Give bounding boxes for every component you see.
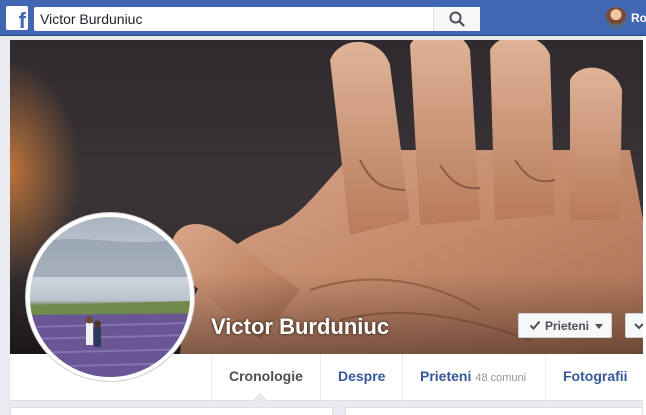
facebook-logo-letter: f	[18, 8, 26, 31]
right-column-card	[345, 407, 643, 415]
profile-picture-image	[30, 217, 190, 377]
mutual-friends-count: 48 comuni	[475, 372, 527, 384]
active-tab-pointer	[252, 393, 268, 401]
user-name-link[interactable]: Ro	[631, 11, 646, 25]
profile-name[interactable]: Victor Burduniuc	[211, 314, 389, 340]
tab-photos-label: Fotografii	[563, 368, 628, 384]
search-icon	[449, 11, 465, 27]
search-input-value[interactable]: Victor Burduniuc	[40, 11, 142, 27]
facebook-logo-icon[interactable]: f	[6, 6, 28, 30]
search-input[interactable]: Victor Burduniuc	[34, 7, 480, 31]
tab-photos[interactable]: Fotografii	[545, 354, 645, 401]
check-icon	[529, 320, 541, 330]
search-button[interactable]	[433, 7, 480, 31]
left-column-card	[10, 407, 333, 415]
tab-about-label: Despre	[338, 368, 386, 384]
top-navigation-bar: f Victor Burduniuc Ro	[0, 0, 646, 36]
tab-about[interactable]: Despre	[320, 354, 402, 401]
friends-button-label: Prieteni	[545, 319, 590, 333]
profile-picture[interactable]	[25, 212, 195, 382]
tab-friends-label: Prieteni	[420, 368, 472, 384]
tab-friends[interactable]: Prieteni 48 comuni	[402, 354, 543, 401]
profile-picture-lavender-field	[30, 237, 190, 377]
user-avatar[interactable]	[605, 7, 627, 29]
tab-timeline-label: Cronologie	[229, 368, 303, 384]
caret-down-icon	[595, 324, 603, 329]
friends-button[interactable]: Prieteni	[518, 313, 612, 338]
